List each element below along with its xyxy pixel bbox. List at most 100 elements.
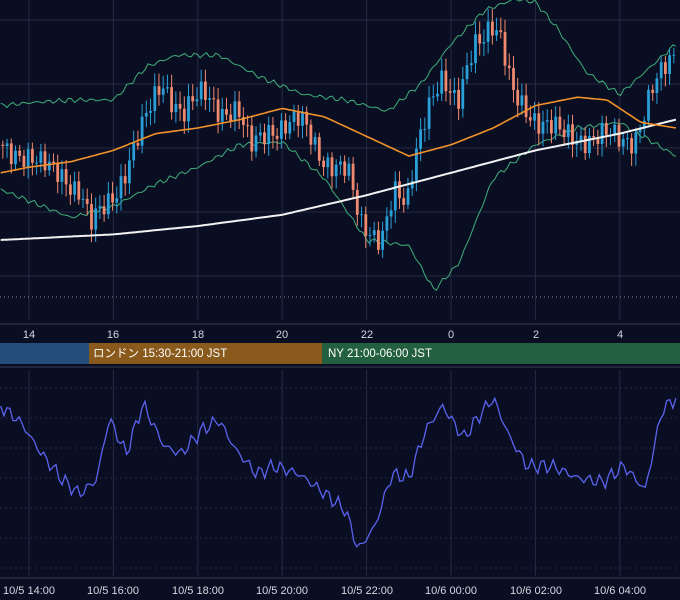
candle-body (284, 120, 287, 134)
oscillator-line (0, 396, 677, 548)
candle-body (617, 124, 621, 147)
candle-body (474, 34, 477, 64)
candle-body (562, 129, 566, 137)
bottom-tick-label: 10/5 14:00 (3, 585, 55, 597)
candle-body (5, 143, 9, 146)
candle-body (372, 230, 376, 236)
oscillator-series-line (0, 396, 677, 548)
candle-body (102, 206, 106, 215)
bottom-tick-label: 10/5 22:00 (341, 585, 393, 597)
candle-body (60, 169, 64, 182)
candle-body (419, 129, 422, 149)
candle-body (174, 103, 178, 113)
candle-body (554, 116, 558, 134)
candle-body (533, 113, 536, 121)
candle-body (246, 125, 249, 127)
candle-body (389, 210, 393, 217)
candle-body (351, 163, 355, 190)
session-tokyo (0, 343, 89, 364)
moving-averages (0, 96, 677, 241)
candle-body (275, 135, 279, 139)
market-session-bar: ロンドン 15:30-21:00 JST NY 21:00-06:00 JST (0, 343, 680, 364)
candle-body (106, 193, 110, 215)
candle-body (199, 81, 203, 100)
candle-body (31, 149, 34, 163)
candle-body (469, 63, 473, 66)
candle-body (626, 138, 629, 140)
candle-body (18, 150, 22, 156)
candle-body (655, 78, 659, 93)
candle-body (486, 21, 490, 42)
candle-body (491, 21, 494, 36)
candle-body (115, 198, 119, 203)
candle-body (647, 89, 650, 121)
candle-body (360, 214, 363, 216)
bottom-tick-label: 10/6 02:00 (510, 585, 562, 597)
candle-body (393, 181, 397, 211)
candle-body (402, 198, 406, 205)
candle-body (461, 79, 465, 109)
candle-body (47, 161, 51, 171)
candle-body (364, 214, 368, 236)
bottom-tick-label: 10/6 00:00 (425, 585, 477, 597)
candle-body (431, 96, 435, 98)
candle-body (524, 95, 528, 118)
candle-body (448, 91, 452, 93)
candle-body (35, 162, 38, 164)
candle-body (313, 137, 317, 145)
candle-body (583, 135, 587, 154)
candle-body (528, 117, 532, 121)
bollinger-upper-line (0, 0, 677, 112)
candle-body (326, 157, 330, 168)
candle-body (136, 143, 140, 146)
top-tick-label: 20 (276, 329, 288, 341)
top-tick-label: 18 (192, 329, 204, 341)
candle-body (233, 101, 237, 122)
candle-body (545, 120, 549, 122)
candle-body (520, 95, 524, 106)
top-tick-label: 0 (448, 329, 454, 341)
oscillator-panel-grid (0, 370, 680, 576)
candle-body (254, 135, 258, 152)
candle-body (187, 96, 190, 122)
candle-body (73, 181, 76, 195)
candle-body (258, 132, 262, 136)
candle-body (26, 149, 30, 167)
chart-canvas: 14 16 18 20 22 0 2 4 ロンドン 15:30-21:00 JS… (0, 0, 680, 597)
candle-body (343, 161, 347, 176)
candle-body (292, 111, 296, 122)
candle-body (250, 125, 254, 152)
candle-body (457, 90, 460, 109)
candle-body (123, 176, 127, 184)
candle-body (317, 137, 321, 161)
session-ny-label: NY 21:00-06:00 JST (328, 348, 432, 360)
candle-body (571, 124, 574, 145)
candle-body (309, 124, 313, 145)
candle-body (9, 143, 13, 165)
candle-body (330, 157, 334, 177)
top-tick-label: 16 (107, 329, 119, 341)
candle-body (503, 32, 507, 66)
moving-average-white (0, 118, 677, 241)
candle-body (296, 111, 300, 126)
candle-body (64, 169, 68, 185)
candle-body (613, 124, 617, 135)
candle-body (347, 163, 351, 176)
candle-body (444, 70, 448, 92)
candle-body (288, 122, 292, 134)
candle-body (566, 124, 570, 137)
candle-body (495, 30, 498, 36)
candle-body (355, 189, 359, 215)
candle-body (111, 193, 114, 203)
candle-body (149, 110, 152, 113)
candle-body (634, 132, 638, 154)
candle-body (368, 235, 372, 237)
candle-body (170, 87, 173, 113)
candle-body (271, 125, 275, 136)
bollinger-bands (0, 0, 677, 292)
candle-body (182, 108, 186, 122)
candle-body (478, 34, 482, 44)
candle-body (69, 184, 72, 195)
candle-body (77, 181, 81, 200)
candle-body (453, 90, 456, 93)
